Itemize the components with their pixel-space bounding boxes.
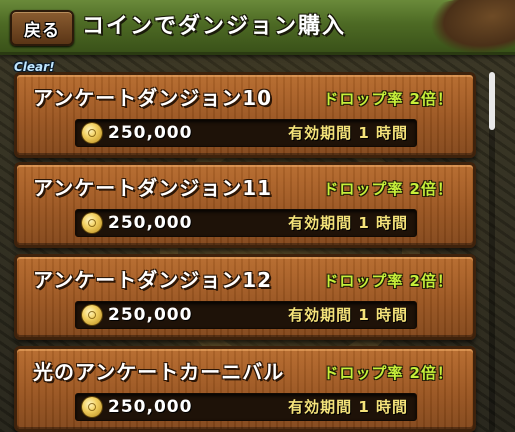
duration-label: 有効期間 1 時間 [288,124,408,142]
price-value: 250,000 [108,123,193,143]
clear-badge: Clear! [14,60,55,74]
drop-bonus-label: ドロップ率 2倍！ [323,364,453,382]
dungeon-card[interactable]: アンケートダンジョン11 ドロップ率 2倍！ 250,000 有効期間 1 時間 [14,162,476,248]
duration-label: 有効期間 1 時間 [288,306,408,324]
coin-icon [82,123,102,143]
page-title: コインでダンジョン購入 [82,14,347,39]
price-value: 250,000 [108,213,193,233]
coin-icon [82,305,102,325]
dungeon-name: 光のアンケートカーニバル [33,360,285,384]
price-bar: 250,000 有効期間 1 時間 [75,209,417,237]
duration-label: 有効期間 1 時間 [288,214,408,232]
price-value: 250,000 [108,397,193,417]
coin-icon [82,397,102,417]
duration-label: 有効期間 1 時間 [288,398,408,416]
price-bar: 250,000 有効期間 1 時間 [75,301,417,329]
dungeon-card[interactable]: アンケートダンジョン10 ドロップ率 2倍！ 250,000 有効期間 1 時間 [14,72,476,158]
price-bar: 250,000 有効期間 1 時間 [75,393,417,421]
scrollbar[interactable] [489,72,495,432]
dungeon-name: アンケートダンジョン10 [33,86,273,110]
back-button[interactable]: 戻る [10,10,74,46]
dungeon-list[interactable]: アンケートダンジョン10 ドロップ率 2倍！ 250,000 有効期間 1 時間… [0,58,515,432]
coin-icon [82,213,102,233]
drop-bonus-label: ドロップ率 2倍！ [323,90,453,108]
dungeon-name: アンケートダンジョン11 [33,176,273,200]
header-bar: 戻る コインでダンジョン購入 [0,0,515,65]
dungeon-name: アンケートダンジョン12 [33,268,273,292]
dungeon-card[interactable]: アンケートダンジョン12 ドロップ率 2倍！ 250,000 有効期間 1 時間 [14,254,476,340]
drop-bonus-label: ドロップ率 2倍！ [323,272,453,290]
dungeon-card[interactable]: 光のアンケートカーニバル ドロップ率 2倍！ 250,000 有効期間 1 時間 [14,346,476,432]
scrollbar-thumb[interactable] [489,72,495,130]
price-value: 250,000 [108,305,193,325]
drop-bonus-label: ドロップ率 2倍！ [323,180,453,198]
header-ornament [425,0,515,65]
price-bar: 250,000 有効期間 1 時間 [75,119,417,147]
